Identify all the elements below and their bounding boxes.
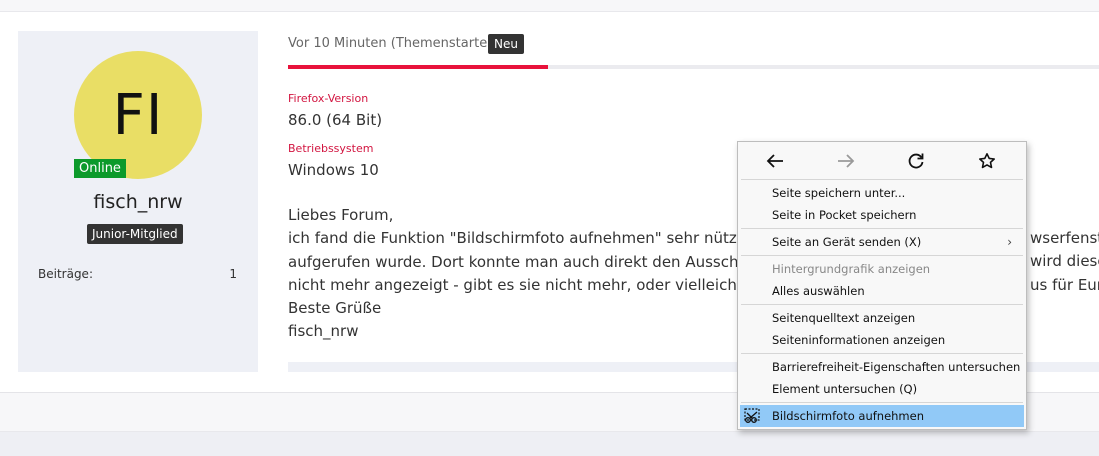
menu-item-label: Bildschirmfoto aufnehmen [772, 409, 924, 423]
firefox-version-label: Firefox-Version [288, 92, 369, 105]
star-icon [979, 153, 995, 169]
read-progress-bar [288, 65, 1099, 69]
menu-separator [741, 228, 1023, 229]
menu-item-inspect-accessibility[interactable]: Barrierefreiheit-Eigenschaften untersuch… [740, 356, 1024, 378]
screenshot-scissors-icon [744, 408, 760, 423]
menu-item-view-background-image[interactable]: Hintergrundgrafik anzeigen [740, 258, 1024, 280]
os-label: Betriebssystem [288, 142, 374, 155]
menu-item-save-page-as[interactable]: Seite speichern unter... [740, 182, 1024, 204]
menu-item-save-to-pocket[interactable]: Seite in Pocket speichern [740, 204, 1024, 226]
firefox-version-value: 86.0 (64 Bit) [288, 111, 383, 129]
os-value: Windows 10 [288, 161, 379, 179]
post-count-value: 1 [229, 267, 237, 281]
avatar-initials: FI [112, 82, 164, 148]
context-menu: Seite speichern unter... Seite in Pocket… [737, 141, 1027, 430]
menu-item-inspect-element[interactable]: Element untersuchen (Q) [740, 378, 1024, 400]
bookmark-button[interactable] [967, 147, 1007, 175]
reload-button[interactable] [896, 147, 936, 175]
online-status-badge: Online [74, 159, 126, 178]
menu-separator [741, 353, 1023, 354]
submenu-arrow-icon: › [1007, 235, 1012, 249]
menu-item-take-screenshot[interactable]: Bildschirmfoto aufnehmen [740, 405, 1024, 427]
reload-icon [908, 153, 924, 169]
menu-item-send-page-to-device[interactable]: Seite an Gerät senden (X) › [740, 231, 1024, 253]
forward-button[interactable] [826, 147, 866, 175]
page-background [0, 432, 1099, 456]
user-info-box: FI Online fisch_nrw Junior-Mitglied Beit… [18, 31, 258, 372]
post-body-fragment: wird diese [1030, 252, 1099, 271]
menu-item-view-page-info[interactable]: Seiteninformationen anzeigen [740, 329, 1024, 351]
menu-separator [741, 179, 1023, 180]
new-badge: Neu [488, 34, 524, 54]
post-timestamp[interactable]: Vor 10 Minuten (Themenstarter) [288, 36, 498, 51]
user-rank-badge: Junior-Mitglied [87, 224, 183, 244]
menu-separator [741, 255, 1023, 256]
menu-separator [741, 402, 1023, 403]
menu-item-select-all[interactable]: Alles auswählen [740, 280, 1024, 302]
menu-item-label: Seite an Gerät senden (X) [772, 235, 922, 249]
arrow-left-icon [766, 154, 783, 168]
arrow-right-icon [838, 154, 855, 168]
back-button[interactable] [755, 147, 795, 175]
read-progress-fill [288, 65, 548, 69]
menu-separator [741, 304, 1023, 305]
username[interactable]: fisch_nrw [18, 191, 258, 213]
menu-item-view-page-source[interactable]: Seitenquelltext anzeigen [740, 307, 1024, 329]
post-body-overflow: wserfenst wird diese us für Eure [1030, 227, 1099, 297]
context-menu-nav-row [738, 142, 1026, 178]
page-top-strip [0, 0, 1099, 12]
post-body-fragment: us für Eure [1030, 275, 1099, 294]
post-count-label: Beiträge: [38, 267, 93, 281]
post-body-fragment: wserfenst [1030, 229, 1099, 247]
